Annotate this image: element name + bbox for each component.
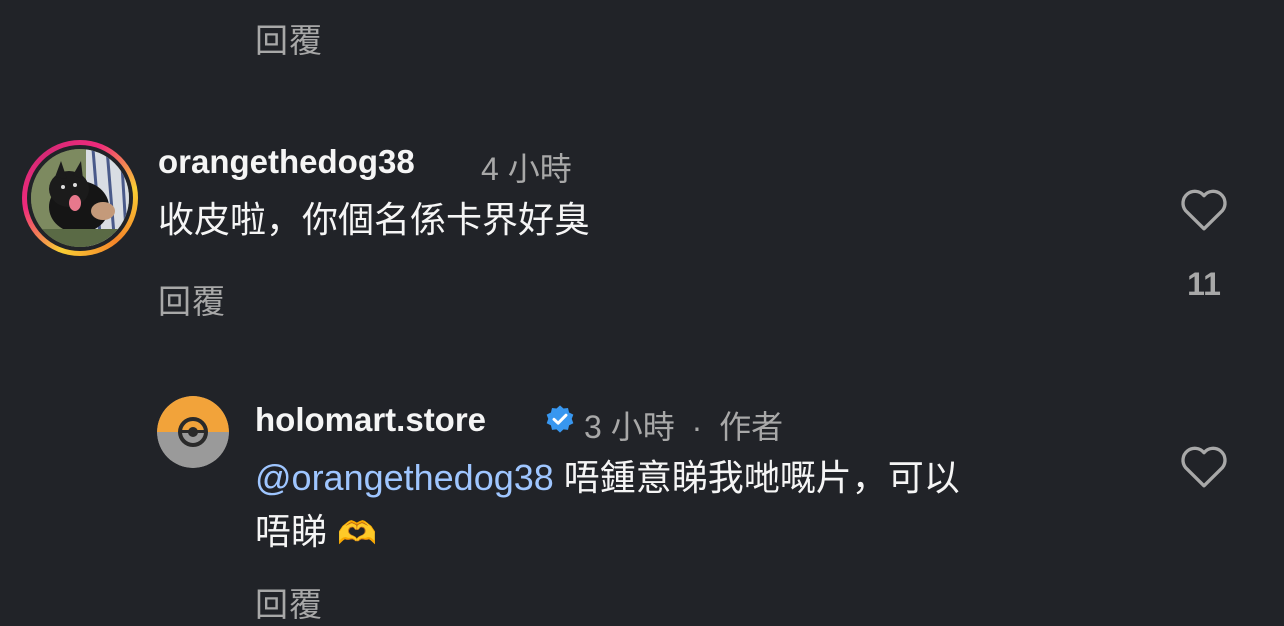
avatar[interactable] [157,396,229,468]
verified-badge-icon [546,405,574,433]
comment-reply-link[interactable]: 回覆 [158,275,226,323]
reply-timestamp: 3 小時 [584,409,675,445]
reply-text-line2: 唔睇 [255,511,328,552]
reply-username[interactable]: holomart.store [255,401,486,439]
heart-outline-icon[interactable] [1179,443,1229,489]
comment-text: 收皮啦，你個名係卡界好臭 [158,199,591,240]
reply-text: @orangethedog38 唔鍾意睇我哋嘅片，可以 唔睇 🫶 [255,451,1155,560]
mention-link[interactable]: @orangethedog38 [255,457,554,498]
heart-hands-emoji: 🫶 [337,515,377,551]
comment-username[interactable]: orangethedog38 [158,143,415,181]
reply-meta: 3 小時 · 作者 [584,402,783,448]
author-tag: 作者 [719,409,784,445]
avatar [31,149,129,247]
meta-separator: · [691,409,703,445]
reply-text-line1: 唔鍾意睇我哋嘅片，可以 [553,457,960,498]
holomart-logo-icon [157,396,229,468]
story-ring-avatar[interactable] [22,140,138,256]
heart-outline-icon[interactable] [1179,186,1229,232]
dog-photo-icon [31,149,129,247]
reply-link-top[interactable]: 回覆 [255,14,323,62]
like-count: 11 [1187,266,1221,302]
reply-reply-link[interactable]: 回覆 [255,578,323,626]
comment-timestamp: 4 小時 [481,151,572,187]
